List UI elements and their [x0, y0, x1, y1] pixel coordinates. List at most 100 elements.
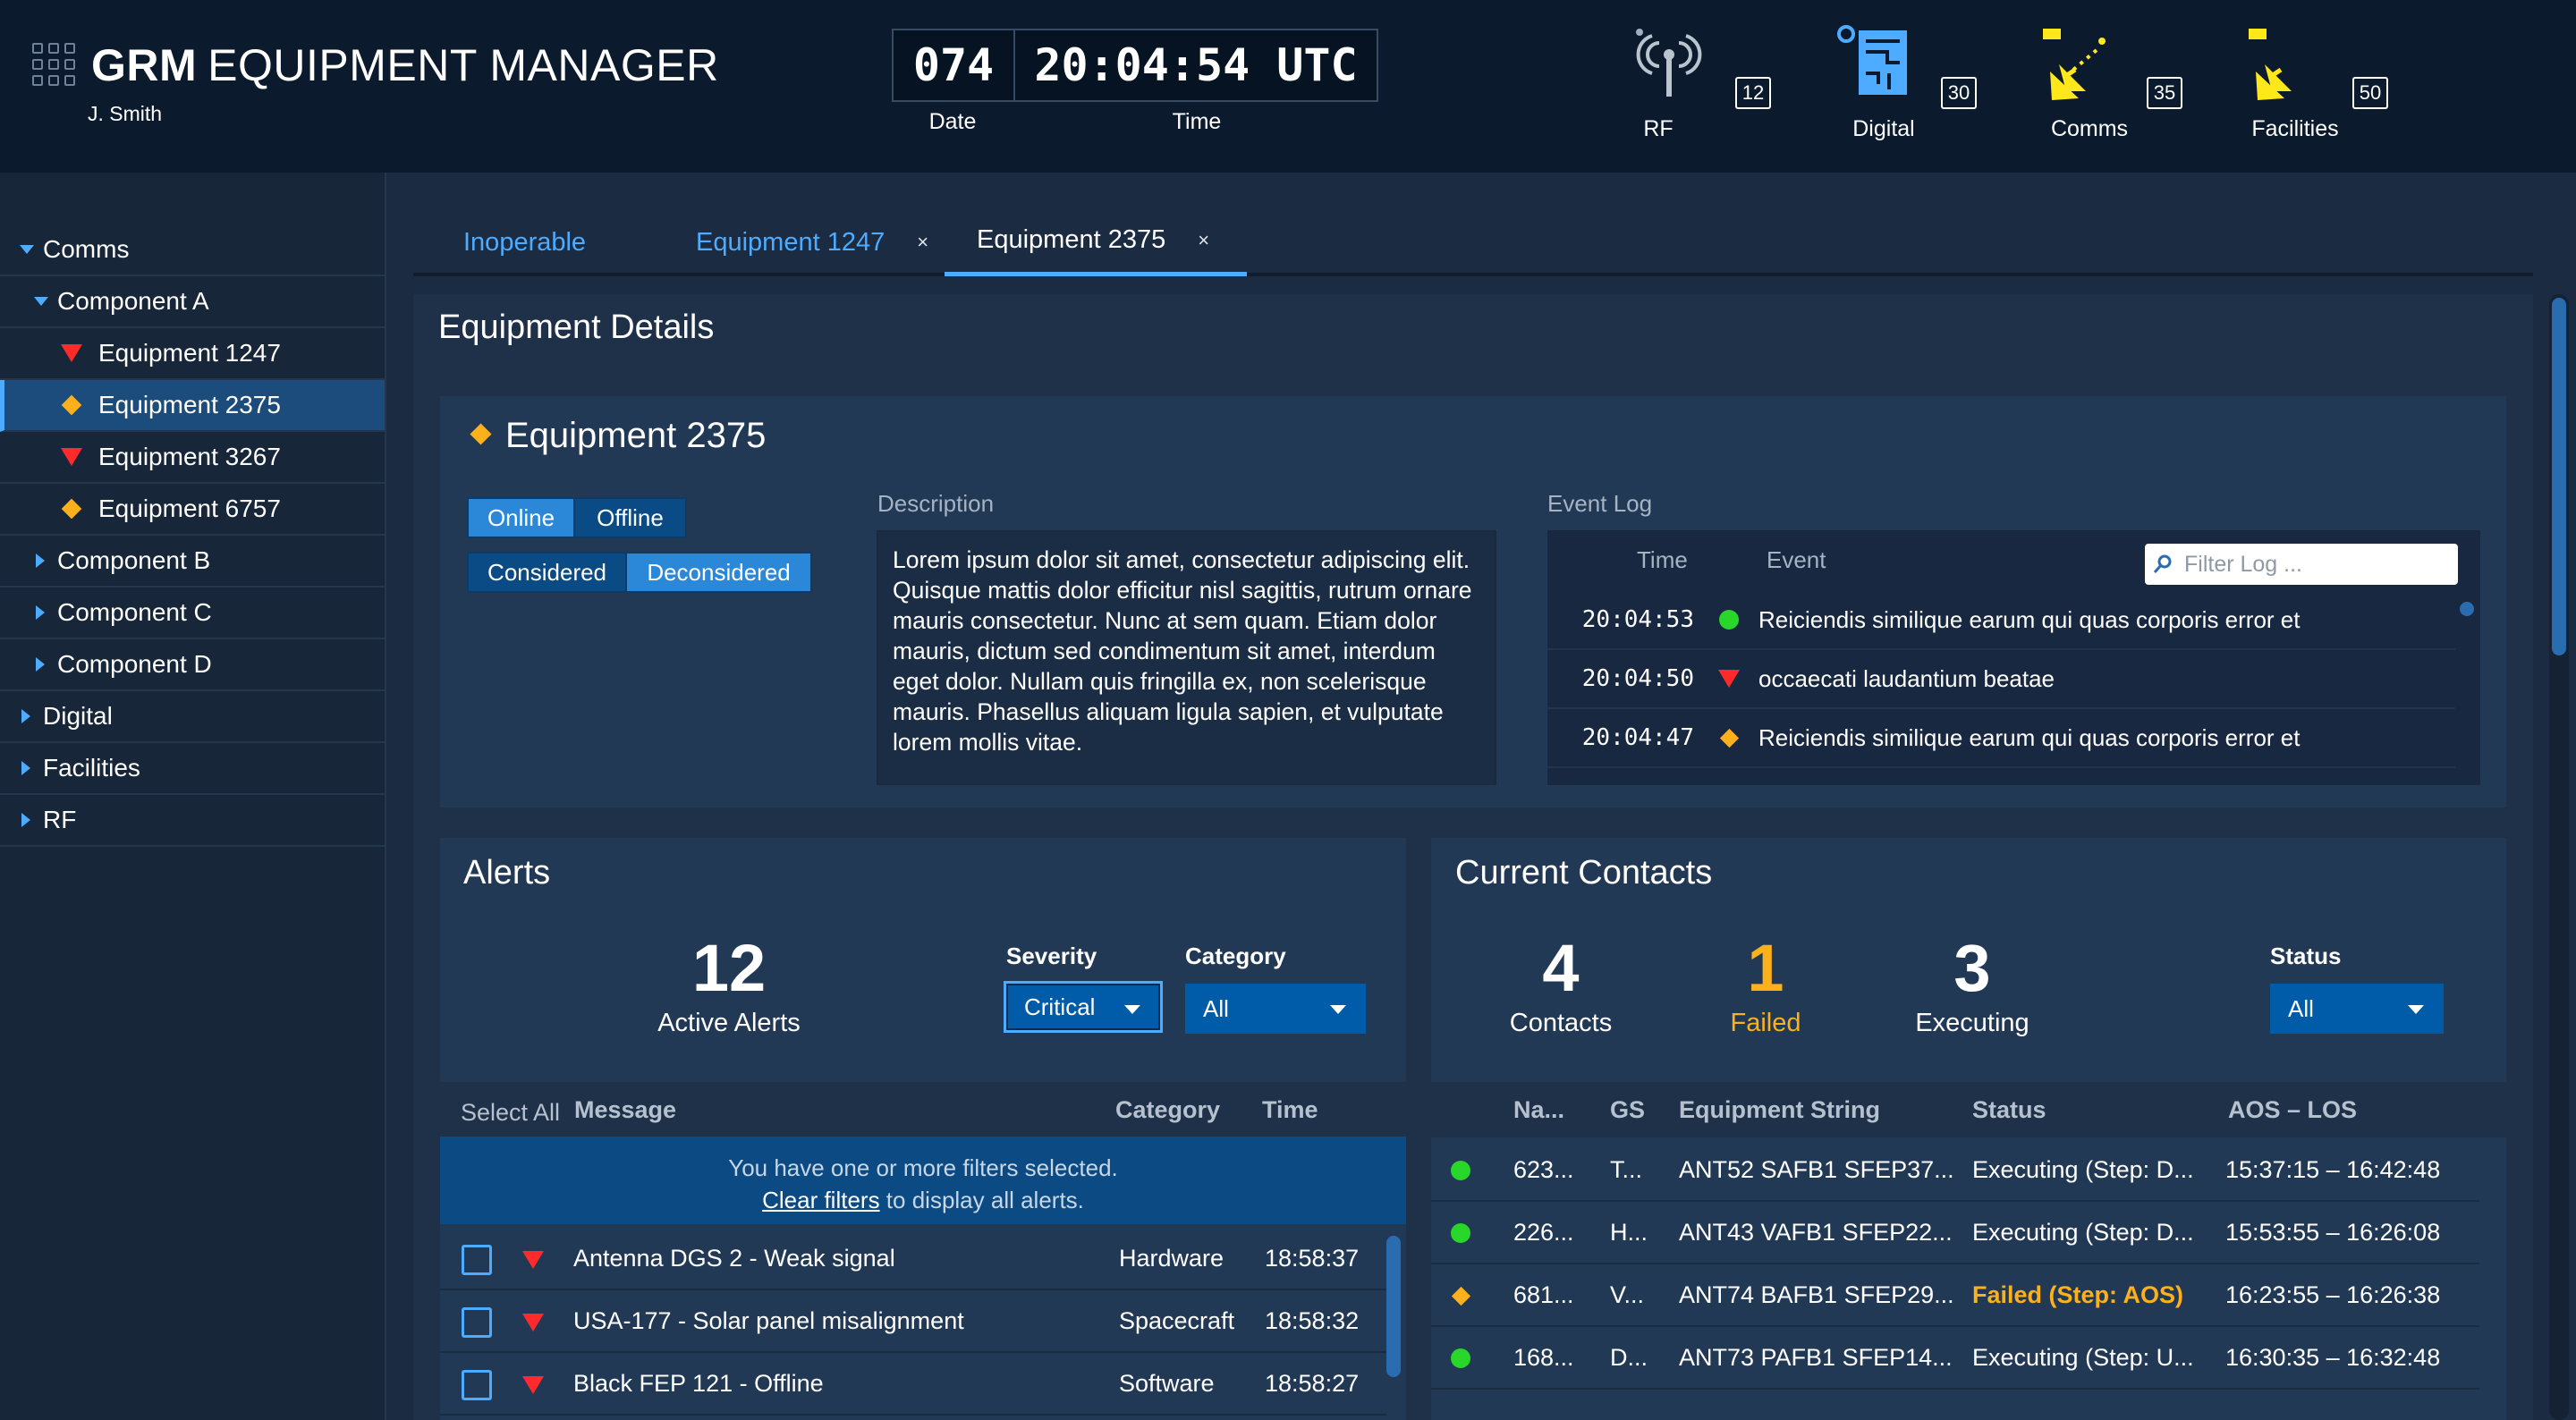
considered-button[interactable]: Considered	[469, 554, 626, 591]
alert-checkbox[interactable]	[462, 1370, 492, 1400]
tab-equipment-1247[interactable]: Equipment 1247 ×	[696, 208, 928, 276]
alert-message: USA-177 - Solar panel misalignment	[573, 1307, 964, 1334]
clear-filters-link[interactable]: Clear filters	[762, 1187, 879, 1213]
event-log-header: Time Event Filter Log ...	[1547, 530, 2480, 591]
caution-status-icon	[61, 498, 82, 520]
col-equipment-string[interactable]: Equipment String	[1679, 1096, 1880, 1124]
contact-gs: T...	[1610, 1156, 1643, 1183]
tree-item-component-b[interactable]: Component B	[0, 536, 385, 587]
filter-log-input[interactable]: Filter Log ...	[2145, 544, 2458, 585]
tree-item-component-a[interactable]: Component A	[0, 276, 385, 328]
critical-status-icon	[1718, 670, 1740, 688]
tree-item-component-d[interactable]: Component D	[0, 639, 385, 691]
chevron-right-icon	[36, 554, 45, 568]
executing-count: 3	[1953, 931, 1991, 1005]
alert-time: 18:58:37	[1265, 1245, 1360, 1272]
equipment-title: Equipment 2375	[505, 416, 767, 455]
contact-aos-los: 16:23:55 – 16:26:38	[2225, 1281, 2441, 1308]
alerts-scrollbar[interactable]	[1386, 1236, 1401, 1377]
tree-item-rf[interactable]: RF	[0, 795, 385, 847]
monitor-digital[interactable]: 30 Digital	[1825, 18, 1977, 152]
tree-item-comms[interactable]: Comms	[0, 224, 385, 276]
tree-label: Component B	[57, 546, 211, 574]
critical-status-icon	[522, 1376, 544, 1394]
contact-status: Executing (Step: D...	[1972, 1156, 2194, 1183]
tree-item-equipment-1247[interactable]: Equipment 1247	[0, 328, 385, 380]
tree-item-component-c[interactable]: Component C	[0, 587, 385, 639]
facilities-count: 50	[2352, 77, 2388, 109]
close-icon[interactable]: ×	[1198, 229, 1209, 252]
col-gs[interactable]: GS	[1610, 1096, 1645, 1124]
alert-category: Software	[1119, 1370, 1215, 1397]
monitor-comms[interactable]: 35 Comms	[2030, 18, 2182, 152]
deconsidered-button[interactable]: Deconsidered	[627, 554, 810, 591]
alerts-title: Alerts	[463, 854, 551, 892]
monitor-rf[interactable]: 12 RF	[1619, 18, 1771, 152]
event-log-label: Event Log	[1547, 490, 1653, 517]
chevron-right-icon	[36, 605, 45, 620]
col-category[interactable]: Category	[1115, 1096, 1220, 1124]
user-name[interactable]: J. Smith	[88, 102, 162, 126]
col-time[interactable]: Time	[1262, 1096, 1318, 1124]
col-status[interactable]: Status	[1972, 1096, 2046, 1124]
close-icon[interactable]: ×	[917, 231, 928, 254]
category-select[interactable]: All	[1185, 984, 1366, 1034]
failed-count: 1	[1747, 931, 1784, 1005]
main-scrollbar[interactable]	[2549, 294, 2569, 1420]
alert-row[interactable]: Antenna DGS 2 - Weak signal Hardware 18:…	[440, 1228, 1386, 1290]
select-all-link[interactable]: Select All	[461, 1099, 560, 1127]
alert-message: Antenna DGS 2 - Weak signal	[573, 1245, 895, 1272]
chevron-right-icon	[36, 657, 45, 672]
chevron-down-icon	[1330, 1005, 1346, 1014]
scrollbar-thumb[interactable]	[2552, 298, 2566, 655]
chevron-right-icon	[21, 709, 30, 723]
status-select[interactable]: All	[2270, 984, 2444, 1034]
tree-item-equipment-6757[interactable]: Equipment 6757	[0, 484, 385, 536]
chevron-right-icon	[21, 761, 30, 775]
app-grid-icon[interactable]	[32, 43, 75, 86]
date-label: Date	[928, 109, 977, 134]
alert-row[interactable]: USA-177 - Solar panel misalignment Space…	[440, 1290, 1386, 1353]
caution-status-icon	[1719, 728, 1739, 748]
col-aos-los[interactable]: AOS – LOS	[2228, 1096, 2357, 1124]
monitor-facilities[interactable]: 50 Facilities	[2236, 18, 2388, 152]
tree-item-facilities[interactable]: Facilities	[0, 743, 385, 795]
alert-checkbox[interactable]	[462, 1307, 492, 1338]
tab-inoperable[interactable]: Inoperable	[463, 208, 586, 276]
tab-equipment-2375[interactable]: Equipment 2375 ×	[945, 208, 1247, 276]
severity-select[interactable]: Critical	[1004, 981, 1163, 1033]
caution-status-icon	[61, 394, 82, 416]
col-name[interactable]: Na...	[1513, 1096, 1564, 1124]
tree-item-equipment-3267[interactable]: Equipment 3267	[0, 432, 385, 484]
log-scrollbar[interactable]	[2460, 602, 2474, 616]
alert-checkbox[interactable]	[462, 1245, 492, 1275]
antenna-icon	[1636, 29, 1702, 97]
contact-name: 623...	[1513, 1156, 1574, 1183]
alert-message: Black FEP 121 - Offline	[573, 1370, 824, 1397]
search-icon	[2153, 554, 2172, 573]
tab-label: Equipment 2375	[977, 225, 1166, 254]
contact-row[interactable]: 226... H... ANT43 VAFB1 SFEP22... Execut…	[1431, 1202, 2479, 1264]
contact-name: 226...	[1513, 1219, 1574, 1246]
tree-item-equipment-2375[interactable]: Equipment 2375	[0, 380, 385, 432]
app-brand: GRM	[91, 40, 198, 90]
tree-item-digital[interactable]: Digital	[0, 691, 385, 743]
tree-label: RF	[43, 806, 77, 833]
consider-toggle: Considered Deconsidered	[467, 552, 812, 593]
satellite-dish-icon	[2249, 29, 2292, 100]
contact-row[interactable]: 681... V... ANT74 BAFB1 SFEP29... Failed…	[1431, 1264, 2479, 1327]
contact-row[interactable]: 623... T... ANT52 SAFB1 SFEP37... Execut…	[1431, 1139, 2479, 1202]
col-message[interactable]: Message	[574, 1096, 676, 1124]
alert-row[interactable]: Black FEP 121 - Offline Software 18:58:2…	[440, 1353, 1386, 1416]
contact-status-failed: Failed (Step: AOS)	[1972, 1281, 2184, 1308]
tree-label: Component C	[57, 598, 212, 626]
contact-equipment: ANT73 PAFB1 SFEP14...	[1679, 1344, 1953, 1371]
contact-row[interactable]: 168... D... ANT73 PAFB1 SFEP14... Execut…	[1431, 1327, 2479, 1390]
status-value: All	[2288, 994, 2314, 1022]
contact-aos-los: 15:53:55 – 16:26:08	[2225, 1219, 2441, 1246]
online-button[interactable]: Online	[469, 499, 574, 537]
tree-label: Equipment 1247	[98, 339, 281, 367]
offline-button[interactable]: Offline	[575, 499, 685, 537]
tab-label: Inoperable	[463, 227, 587, 257]
status-label: Status	[2270, 942, 2342, 969]
